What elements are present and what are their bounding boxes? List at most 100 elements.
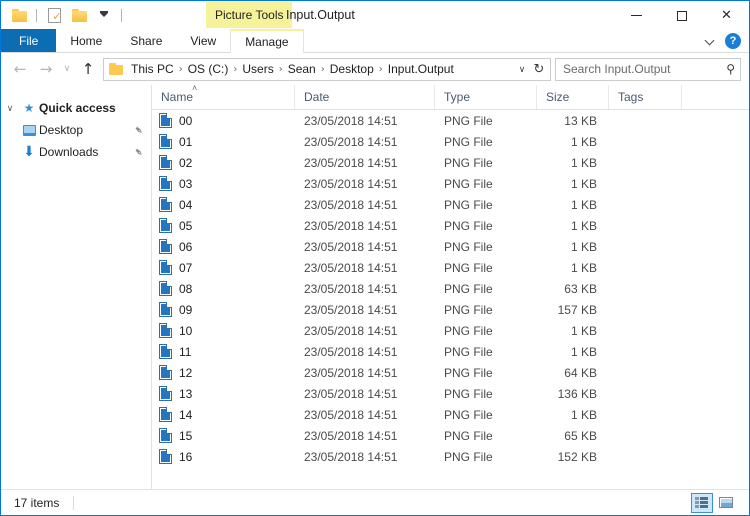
png-file-icon: [159, 302, 172, 317]
table-row[interactable]: 04 23/05/2018 14:51 PNG File 1 KB: [152, 194, 749, 215]
cell-name[interactable]: 11: [152, 344, 295, 359]
back-arrow-icon[interactable]: ←: [7, 56, 33, 82]
column-header-size[interactable]: Size: [537, 85, 609, 109]
status-separator: [73, 495, 75, 510]
cell-name[interactable]: 03: [152, 176, 295, 191]
breadcrumb-item-desktop[interactable]: Desktop: [326, 62, 378, 76]
table-row[interactable]: 16 23/05/2018 14:51 PNG File 152 KB: [152, 446, 749, 467]
file-name-label: 16: [179, 449, 193, 464]
tab-view[interactable]: View: [176, 29, 230, 52]
maximize-button[interactable]: [659, 1, 704, 30]
close-button[interactable]: ✕: [704, 1, 749, 30]
file-name-label: 08: [179, 281, 193, 296]
png-file-icon: [159, 386, 172, 401]
breadcrumb-bar[interactable]: This PC › OS (C:) › Users › Sean › Deskt…: [103, 57, 551, 81]
sidebar-item-downloads[interactable]: ⬇ Downloads ✒: [1, 141, 151, 163]
cell-date: 23/05/2018 14:51: [304, 134, 398, 149]
table-row[interactable]: 11 23/05/2018 14:51 PNG File 1 KB: [152, 341, 749, 362]
monitor-icon: [19, 124, 39, 136]
cell-type: PNG File: [444, 155, 493, 170]
chevron-down-icon[interactable]: ∨: [1, 103, 19, 114]
sidebar-group-label: Quick access: [39, 101, 116, 115]
file-name-label: 00: [179, 113, 193, 128]
breadcrumb-folder-icon: [109, 63, 124, 75]
table-row[interactable]: 09 23/05/2018 14:51 PNG File 157 KB: [152, 299, 749, 320]
cell-name[interactable]: 16: [152, 449, 295, 464]
cell-name[interactable]: 15: [152, 428, 295, 443]
column-header-name-label: Name: [161, 90, 194, 104]
table-row[interactable]: 06 23/05/2018 14:51 PNG File 1 KB: [152, 236, 749, 257]
chevron-down-icon[interactable]: [706, 36, 715, 45]
tab-share[interactable]: Share: [116, 29, 176, 52]
column-header-type[interactable]: Type: [435, 85, 537, 109]
table-row[interactable]: 15 23/05/2018 14:51 PNG File 65 KB: [152, 425, 749, 446]
cell-name[interactable]: 01: [152, 134, 295, 149]
cell-date: 23/05/2018 14:51: [304, 155, 398, 170]
refresh-icon[interactable]: ↻: [530, 59, 548, 79]
tab-home[interactable]: Home: [56, 29, 116, 52]
breadcrumb-item-sean[interactable]: Sean: [284, 62, 320, 76]
table-row[interactable]: 00 23/05/2018 14:51 PNG File 13 KB: [152, 110, 749, 131]
minimize-button[interactable]: [614, 1, 659, 30]
cell-name[interactable]: 09: [152, 302, 295, 317]
cell-name[interactable]: 14: [152, 407, 295, 422]
table-row[interactable]: 01 23/05/2018 14:51 PNG File 1 KB: [152, 131, 749, 152]
table-row[interactable]: 10 23/05/2018 14:51 PNG File 1 KB: [152, 320, 749, 341]
table-row[interactable]: 05 23/05/2018 14:51 PNG File 1 KB: [152, 215, 749, 236]
table-row[interactable]: 14 23/05/2018 14:51 PNG File 1 KB: [152, 404, 749, 425]
search-box[interactable]: Search Input.Output ⚲: [555, 57, 741, 81]
customize-qat-dropdown[interactable]: [94, 5, 114, 25]
column-header-date[interactable]: Date: [295, 85, 435, 109]
address-dropdown-icon[interactable]: ∨: [514, 59, 530, 79]
cell-name[interactable]: 07: [152, 260, 295, 275]
minimize-icon: [631, 15, 642, 16]
cell-name[interactable]: 05: [152, 218, 295, 233]
column-header-tags[interactable]: Tags: [609, 85, 682, 109]
properties-icon[interactable]: ✓: [44, 5, 64, 25]
large-icons-view-icon: [719, 497, 733, 508]
cell-name[interactable]: 12: [152, 365, 295, 380]
cell-name[interactable]: 08: [152, 281, 295, 296]
cell-name[interactable]: 13: [152, 386, 295, 401]
forward-arrow-icon[interactable]: →: [33, 56, 59, 82]
large-icons-view-button[interactable]: [715, 493, 737, 513]
table-row[interactable]: 03 23/05/2018 14:51 PNG File 1 KB: [152, 173, 749, 194]
tab-file[interactable]: File: [1, 29, 57, 52]
table-row[interactable]: 07 23/05/2018 14:51 PNG File 1 KB: [152, 257, 749, 278]
explorer-body: ∨ ★ Quick access Desktop ✒ ⬇ Downloads ✒: [1, 83, 749, 489]
help-icon[interactable]: ?: [725, 32, 741, 49]
cell-name[interactable]: 10: [152, 323, 295, 338]
cell-name[interactable]: 00: [152, 113, 295, 128]
column-header-name[interactable]: Name ˄: [152, 83, 295, 109]
new-folder-icon[interactable]: [69, 5, 89, 25]
breadcrumb-item-os-c[interactable]: OS (C:): [184, 62, 233, 76]
table-row[interactable]: 02 23/05/2018 14:51 PNG File 1 KB: [152, 152, 749, 173]
search-input[interactable]: Search Input.Output: [563, 62, 726, 76]
tab-manage[interactable]: Manage: [230, 29, 304, 53]
recent-locations-icon[interactable]: ∨: [59, 56, 75, 82]
table-row[interactable]: 13 23/05/2018 14:51 PNG File 136 KB: [152, 383, 749, 404]
file-name-label: 11: [179, 344, 192, 359]
cell-date: 23/05/2018 14:51: [304, 386, 398, 401]
cell-name[interactable]: 06: [152, 239, 295, 254]
png-file-icon: [159, 260, 172, 275]
details-view-button[interactable]: [691, 492, 713, 513]
explorer-window: ✓ Picture Tools Input.Output ✕ File Home…: [0, 0, 750, 516]
breadcrumb-item-input-output[interactable]: Input.Output: [384, 62, 458, 76]
cell-date: 23/05/2018 14:51: [304, 218, 398, 233]
table-row[interactable]: 08 23/05/2018 14:51 PNG File 63 KB: [152, 278, 749, 299]
cell-name[interactable]: 02: [152, 155, 295, 170]
cell-date: 23/05/2018 14:51: [304, 302, 398, 317]
cell-type: PNG File: [444, 260, 493, 275]
cell-name[interactable]: 04: [152, 197, 295, 212]
up-arrow-icon[interactable]: ↑: [75, 56, 101, 82]
file-list-pane: Name ˄ Date Type Size Tags 00 23/05/2018 …: [151, 83, 749, 489]
sidebar-group-quick-access[interactable]: ∨ ★ Quick access: [1, 97, 151, 119]
search-icon[interactable]: ⚲: [726, 62, 735, 76]
table-row[interactable]: 12 23/05/2018 14:51 PNG File 64 KB: [152, 362, 749, 383]
breadcrumb-item-this-pc[interactable]: This PC: [127, 62, 178, 76]
sidebar-item-desktop[interactable]: Desktop ✒: [1, 119, 151, 141]
breadcrumb-item-users[interactable]: Users: [238, 62, 277, 76]
explorer-folder-icon[interactable]: [9, 5, 29, 25]
png-file-icon: [159, 428, 172, 443]
